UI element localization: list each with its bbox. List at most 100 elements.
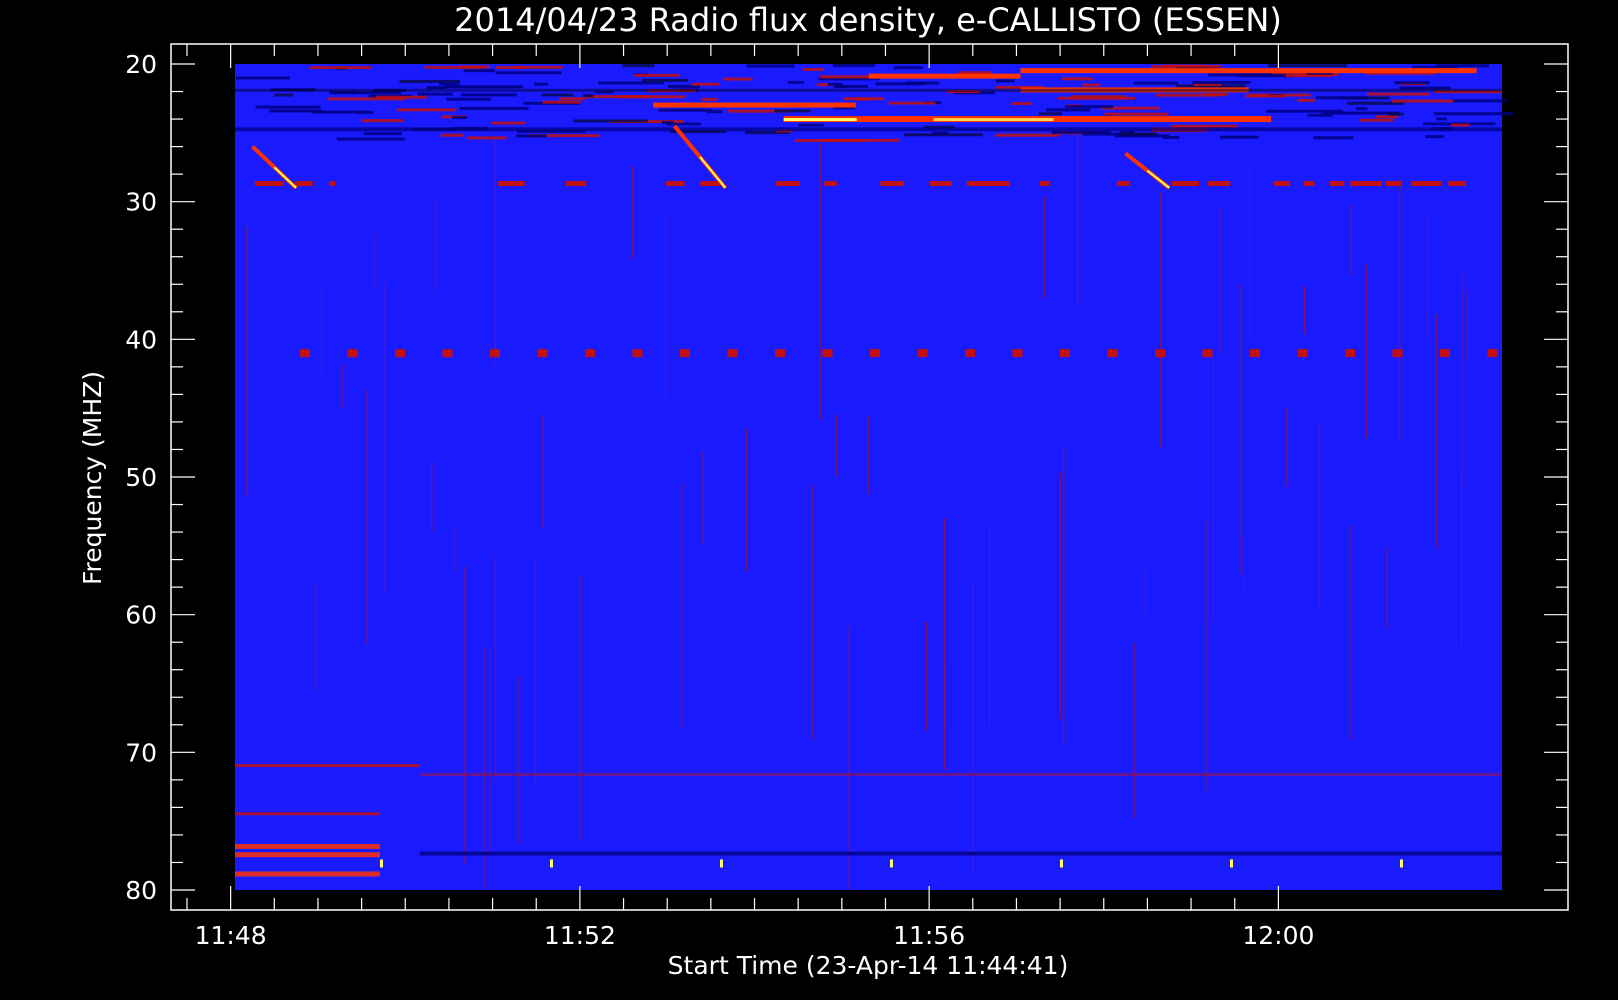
heatmap-cell [329, 181, 336, 187]
heatmap-cell [1313, 136, 1354, 140]
periodic-dot [1297, 349, 1308, 358]
heatmap-cell [444, 85, 524, 89]
heatmap-cell [1329, 181, 1345, 187]
y-tick-label: 50 [125, 463, 157, 492]
heatmap-cell [746, 64, 795, 68]
heatmap-band [235, 812, 380, 816]
heatmap-cell [363, 132, 402, 136]
heatmap-band [235, 871, 380, 877]
heatmap-cell [269, 109, 322, 113]
heatmap-cell [1237, 74, 1294, 78]
heatmap-band [235, 88, 1502, 92]
heatmap-cell [511, 181, 520, 187]
heatmap-cell [888, 101, 936, 105]
periodic-dot [727, 349, 738, 358]
heatmap-cell [1455, 181, 1466, 187]
heatmap-cell [881, 181, 888, 187]
periodic-dot [585, 349, 595, 358]
heatmap-cell [336, 137, 405, 141]
periodic-dot [1400, 859, 1403, 868]
heatmap-cell [451, 116, 467, 120]
heatmap-cell [827, 82, 843, 86]
heatmap-cell [274, 93, 294, 97]
heatmap-cell [1219, 135, 1259, 139]
heatmap-cell [376, 95, 427, 99]
heatmap-cell [274, 181, 282, 187]
periodic-dot [1202, 349, 1213, 358]
periodic-dot [1230, 859, 1233, 868]
heatmap-cell [1307, 113, 1333, 117]
x-tick-label: 11:52 [544, 921, 616, 950]
heatmap-cell [996, 79, 1015, 83]
heatmap-cell [1062, 77, 1093, 81]
periodic-dot [1012, 349, 1023, 358]
heatmap-cell [666, 181, 685, 187]
heatmap-band [419, 772, 1502, 776]
periodic-dot [965, 349, 975, 358]
heatmap-cell [700, 181, 720, 187]
heatmap-band [653, 102, 856, 108]
heatmap-cell [691, 82, 720, 86]
periodic-dot [442, 349, 453, 358]
x-tick-label: 11:56 [893, 921, 965, 950]
periodic-dot [775, 349, 785, 358]
heatmap-cell [1450, 99, 1507, 103]
heatmap-cell [1119, 132, 1158, 136]
heatmap-cell [929, 181, 952, 187]
periodic-dot [300, 349, 310, 358]
heatmap-cell [932, 131, 949, 135]
heatmap-cell [843, 97, 885, 101]
heatmap-cell [534, 82, 548, 86]
heatmap-cell [824, 181, 837, 187]
periodic-dot [395, 349, 405, 358]
heatmap-cell [460, 93, 517, 97]
heatmap-cell [832, 64, 875, 68]
heatmap-cell [658, 108, 713, 112]
heatmap-cell [1436, 117, 1447, 121]
heatmap-cell [467, 136, 507, 140]
heatmap-cell [573, 119, 649, 123]
periodic-dot [822, 349, 833, 358]
heatmap-band [868, 73, 1021, 79]
periodic-dot [632, 349, 643, 358]
periodic-dot [680, 349, 690, 358]
heatmap-cell [1421, 181, 1433, 187]
heatmap-band [1020, 68, 1477, 74]
heatmap-cell [821, 138, 900, 142]
heatmap-cell [1435, 64, 1490, 68]
heatmap-cell [1171, 124, 1238, 128]
y-tick-label: 20 [125, 50, 157, 79]
heatmap-cell [634, 73, 680, 77]
heatmap-cell [459, 106, 529, 110]
periodic-dot [1487, 349, 1498, 358]
plot-area [235, 64, 1513, 890]
heatmap-cell [255, 181, 265, 187]
heatmap-cell [1064, 105, 1114, 109]
heatmap-cell [1116, 181, 1130, 187]
heatmap-cell [1425, 135, 1444, 139]
heatmap-cell [875, 82, 926, 86]
heatmap-cell [1451, 123, 1470, 127]
periodic-dot [537, 349, 548, 358]
heatmap-cell [255, 105, 321, 109]
heatmap-bright-band-peak [933, 118, 1054, 122]
heatmap-cell [1358, 118, 1394, 122]
heatmap-cell [642, 78, 688, 82]
x-tick-label: 12:00 [1242, 921, 1314, 950]
heatmap-cell [1133, 81, 1179, 85]
periodic-dot [1440, 349, 1450, 358]
periodic-dot [1392, 349, 1403, 358]
heatmap-cell [1356, 107, 1368, 111]
y-tick-label: 30 [125, 188, 157, 217]
periodic-dot [1107, 349, 1118, 358]
heatmap-cell [1266, 109, 1343, 113]
heatmap-cell [1205, 93, 1228, 97]
heatmap-cell [1315, 96, 1369, 100]
periodic-dot [1345, 349, 1355, 358]
heatmap-cell [723, 77, 753, 81]
heatmap-cell [1057, 96, 1136, 100]
heatmap-cell [1175, 181, 1196, 187]
heatmap-cell [541, 93, 574, 97]
periodic-dot [380, 859, 383, 868]
heatmap-cell [776, 181, 800, 187]
